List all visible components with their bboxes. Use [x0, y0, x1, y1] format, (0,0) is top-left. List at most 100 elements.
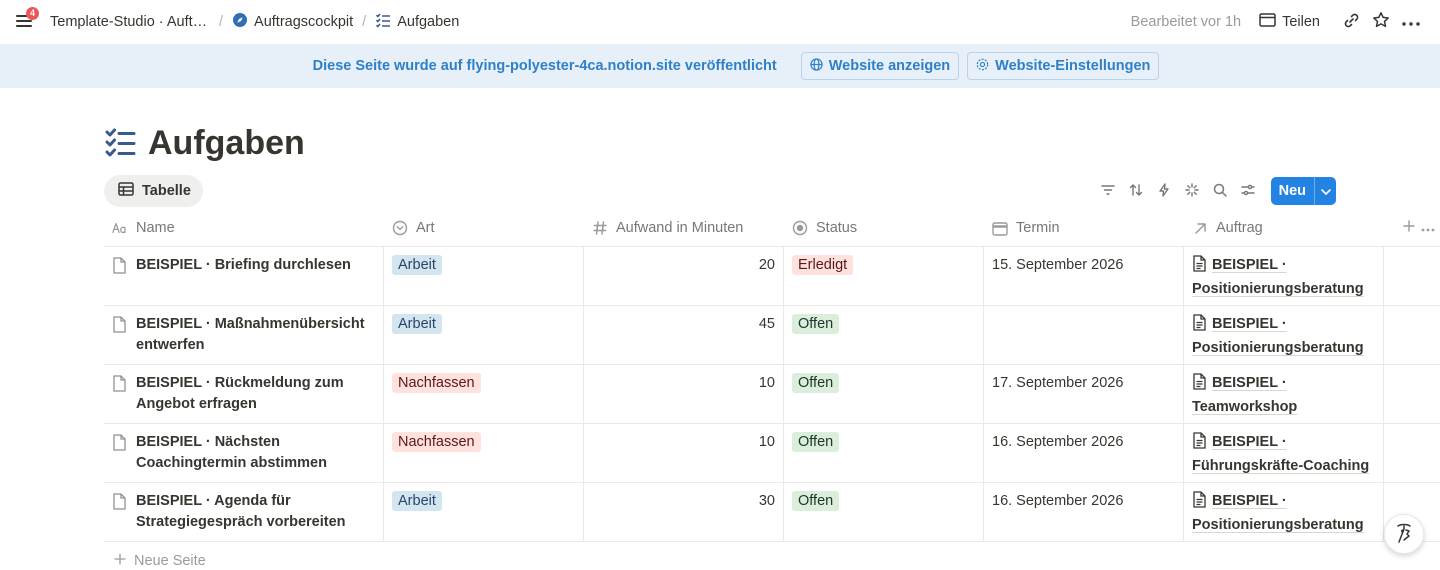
website-settings-button[interactable]: Website-Einstellungen	[967, 52, 1160, 80]
published-banner-text: Diese Seite wurde auf flying-polyester-4…	[312, 58, 777, 74]
globe-icon	[810, 57, 823, 75]
add-property-button[interactable]	[1403, 220, 1415, 236]
plus-icon	[114, 553, 126, 569]
column-header-art[interactable]: Art	[384, 210, 584, 246]
task-name: BEISPIEL · Briefing durchlesen	[136, 257, 351, 273]
art-tag: Arbeit	[392, 491, 442, 511]
status-tag: Erledigt	[792, 255, 854, 275]
cell-termin[interactable]: 17. September 2026	[984, 365, 1184, 423]
column-header-termin[interactable]: Termin	[984, 210, 1184, 246]
more-columns-button[interactable]	[1421, 220, 1435, 236]
cell-name[interactable]: BEISPIEL · Nächsten Coachingtermin absti…	[104, 424, 384, 482]
column-header-status[interactable]: Status	[784, 210, 984, 246]
breadcrumb-aufgaben[interactable]: Aufgaben	[373, 9, 461, 35]
table-header: Name Art Aufwand in Minuten Status Termi…	[104, 210, 1440, 247]
copy-link-button[interactable]	[1336, 7, 1366, 37]
cell-auftrag[interactable]: BEISPIEL · Führungskräfte-Coaching	[1184, 424, 1384, 482]
cell-status[interactable]: Offen	[784, 306, 984, 364]
cell-status[interactable]: Erledigt	[784, 247, 984, 305]
cell-name[interactable]: BEISPIEL · Agenda für Strategiegespräch …	[104, 483, 384, 541]
cell-aufwand[interactable]: 20	[584, 247, 784, 305]
notification-badge: 4	[26, 7, 39, 20]
page-header: Aufgaben	[104, 120, 305, 166]
breadcrumb-auftragscockpit[interactable]: Auftragscockpit	[230, 9, 355, 35]
new-button[interactable]: Neu	[1271, 177, 1314, 205]
cell-aufwand[interactable]: 30	[584, 483, 784, 541]
cell-name[interactable]: BEISPIEL · Maßnahmenübersicht entwerfen	[104, 306, 384, 364]
view-tab-table[interactable]: Tabelle	[104, 175, 203, 207]
ai-button[interactable]	[1181, 177, 1203, 205]
cell-name[interactable]: BEISPIEL · Rückmeldung zum Angebot erfra…	[104, 365, 384, 423]
breadcrumb-label: Auftragscockpit	[254, 14, 354, 30]
table-row[interactable]: BEISPIEL · Agenda für Strategiegespräch …	[104, 483, 1440, 542]
status-tag: Offen	[792, 373, 840, 393]
calendar-icon	[992, 220, 1008, 236]
tasks-table: Name Art Aufwand in Minuten Status Termi…	[104, 210, 1440, 570]
favorite-button[interactable]	[1366, 7, 1396, 37]
cell-termin[interactable]: 16. September 2026	[984, 424, 1184, 482]
view-tab-label: Tabelle	[142, 183, 191, 199]
text-property-icon	[112, 220, 128, 236]
breadcrumb-label: Aufgaben	[397, 14, 460, 30]
new-dropdown-button[interactable]	[1314, 177, 1336, 205]
filter-button[interactable]	[1097, 177, 1119, 205]
art-tag: Arbeit	[392, 314, 442, 334]
table-row[interactable]: BEISPIEL · Briefing durchlesen Arbeit 20…	[104, 247, 1440, 306]
ai-assistant-button[interactable]	[1384, 514, 1424, 554]
sort-icon	[1129, 183, 1143, 200]
page-icon	[112, 373, 128, 415]
cell-termin[interactable]: 16. September 2026	[984, 483, 1184, 541]
task-name: BEISPIEL · Rückmeldung zum Angebot erfra…	[136, 375, 344, 412]
search-icon	[1213, 183, 1227, 200]
cell-art[interactable]: Nachfassen	[384, 424, 584, 482]
new-page-button[interactable]: Neue Seite	[104, 542, 1440, 570]
cell-auftrag[interactable]: BEISPIEL · Positionierungsberatung	[1184, 247, 1384, 305]
automation-button[interactable]	[1153, 177, 1175, 205]
page-icon	[1192, 314, 1208, 338]
view-website-label: Website anzeigen	[828, 58, 951, 74]
cell-name[interactable]: BEISPIEL · Briefing durchlesen	[104, 247, 384, 305]
cell-termin[interactable]	[984, 306, 1184, 364]
view-website-button[interactable]: Website anzeigen	[800, 52, 960, 80]
gear-icon	[976, 58, 989, 75]
cell-status[interactable]: Offen	[784, 365, 984, 423]
more-options-button[interactable]	[1396, 7, 1426, 37]
cell-art[interactable]: Arbeit	[384, 306, 584, 364]
table-row[interactable]: BEISPIEL · Rückmeldung zum Angebot erfra…	[104, 365, 1440, 424]
cell-status[interactable]: Offen	[784, 424, 984, 482]
cell-status[interactable]: Offen	[784, 483, 984, 541]
status-tag: Offen	[792, 314, 840, 334]
cell-aufwand[interactable]: 10	[584, 365, 784, 423]
published-banner: Diese Seite wurde auf flying-polyester-4…	[0, 44, 1440, 88]
filter-icon	[1100, 183, 1115, 199]
cell-auftrag[interactable]: BEISPIEL · Positionierungsberatung	[1184, 483, 1384, 541]
cell-aufwand[interactable]: 45	[584, 306, 784, 364]
breadcrumb-workspace[interactable]: Template-Studio · Aufträge	[48, 11, 212, 33]
cell-aufwand[interactable]: 10	[584, 424, 784, 482]
page-title: Aufgaben	[148, 123, 305, 162]
column-header-aufwand[interactable]: Aufwand in Minuten	[584, 210, 784, 246]
status-tag: Offen	[792, 432, 840, 452]
view-settings-button[interactable]	[1237, 177, 1259, 205]
column-header-auftrag[interactable]: Auftrag	[1184, 210, 1384, 246]
edited-timestamp: Bearbeitet vor 1h	[1130, 14, 1242, 30]
cell-auftrag[interactable]: BEISPIEL · Positionierungsberatung	[1184, 306, 1384, 364]
cell-art[interactable]: Nachfassen	[384, 365, 584, 423]
cell-termin[interactable]: 15. September 2026	[984, 247, 1184, 305]
cell-art[interactable]: Arbeit	[384, 483, 584, 541]
column-header-name[interactable]: Name	[104, 210, 384, 246]
sort-button[interactable]	[1125, 177, 1147, 205]
top-bar: 4 Template-Studio · Aufträge / Auftragsc…	[0, 0, 1440, 44]
page-icon	[112, 491, 128, 533]
share-button[interactable]: Teilen	[1259, 13, 1320, 31]
cell-auftrag[interactable]: BEISPIEL · Teamworkshop	[1184, 365, 1384, 423]
table-row[interactable]: BEISPIEL · Maßnahmenübersicht entwerfen …	[104, 306, 1440, 365]
column-header-label: Aufwand in Minuten	[616, 220, 744, 236]
search-button[interactable]	[1209, 177, 1231, 205]
cell-art[interactable]: Arbeit	[384, 247, 584, 305]
art-tag: Nachfassen	[392, 373, 481, 393]
table-row[interactable]: BEISPIEL · Nächsten Coachingtermin absti…	[104, 424, 1440, 483]
link-icon	[1343, 12, 1360, 33]
cell-empty	[1384, 247, 1440, 305]
relation-link: BEISPIEL · Führungskräfte-Coaching	[1192, 434, 1370, 474]
